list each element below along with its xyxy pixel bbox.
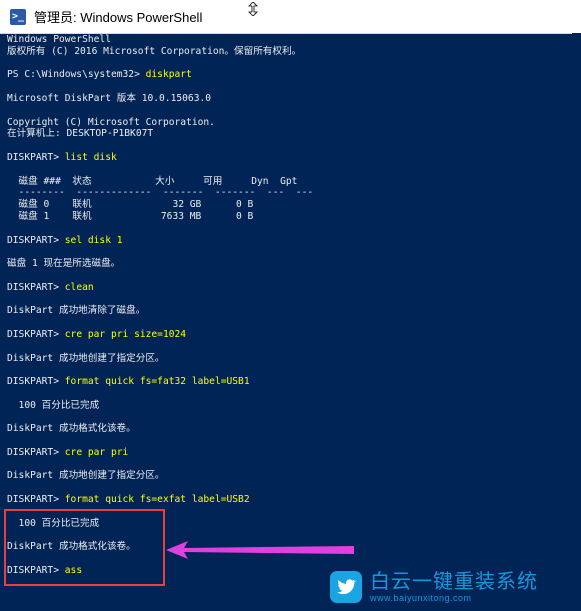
console-line: DISKPART> format quick fs=fat32 label=US… (7, 376, 572, 388)
console-command: list disk (64, 151, 117, 163)
console-command: diskpart (145, 69, 192, 81)
console-prompt: DISKPART> (7, 151, 65, 163)
console-prompt: DISKPART> (7, 281, 65, 293)
console-line: DISKPART> format quick fs=exfat label=US… (7, 494, 572, 506)
resize-cursor-icon (248, 2, 258, 16)
bird-logo-icon (330, 571, 362, 603)
console-command: clean (64, 281, 94, 293)
title-bar[interactable]: >_ 管理员: Windows PowerShell (0, 0, 581, 34)
console-text: Microsoft DiskPart 版本 10.0.15063.0 (7, 92, 212, 104)
console-prompt: DISKPART> (7, 376, 65, 388)
console-line: DISKPART> list disk (7, 152, 572, 164)
powershell-icon: >_ (10, 8, 26, 25)
highlight-box (4, 509, 165, 586)
console-line: DiskPart 成功格式化该卷。 (7, 423, 572, 435)
console-line: 磁盘 1 联机 7633 MB 0 B (7, 211, 572, 223)
arrow-pointer-icon (166, 541, 354, 559)
console-line: DiskPart 成功地创建了指定分区。 (7, 470, 572, 482)
powershell-window: >_ 管理员: Windows PowerShell Windows Power… (0, 0, 581, 611)
console-text: Copyright (C) Microsoft Corporation. (7, 116, 215, 128)
console-command: cre par pri (64, 446, 129, 458)
console-prompt: DISKPART> (7, 494, 65, 506)
console-prompt: PS C:\Windows\system32> (7, 69, 146, 81)
console-line: 在计算机上: DESKTOP-P1BK07T (7, 128, 572, 140)
console-prompt: DISKPART> (7, 234, 65, 246)
console-line: Copyright (C) Microsoft Corporation. (7, 117, 572, 129)
console-scrollbar[interactable] (572, 33, 581, 611)
console-line: DISKPART> cre par pri size=1024 (7, 329, 572, 341)
console-command: format quick fs=fat32 label=USB1 (64, 376, 250, 388)
console-prompt: DISKPART> (7, 328, 65, 340)
console-line: DISKPART> clean (7, 282, 572, 294)
console-line: DiskPart 成功地清除了磁盘。 (7, 305, 572, 317)
window-title: 管理员: Windows PowerShell (34, 10, 203, 25)
console-line: DISKPART> cre par pri (7, 447, 572, 459)
console-line: PS C:\Windows\system32> diskpart (7, 69, 572, 81)
console-text: DiskPart 成功地创建了指定分区。 (7, 470, 165, 482)
console-line: 磁盘 1 现在是所选磁盘。 (7, 258, 572, 270)
console-command: cre par pri size=1024 (64, 328, 187, 340)
console-text: 磁盘 0 联机 32 GB 0 B (7, 199, 254, 211)
watermark-name: 白云一键重装系统 (370, 570, 538, 593)
console-line: DISKPART> sel disk 1 (7, 235, 572, 247)
watermark: 白云一键重装系统 www.baiyunxitong.com (330, 565, 575, 609)
console-line: 版权所有 (C) 2016 Microsoft Corporation。保留所有… (7, 46, 572, 58)
console-line: 100 百分比已完成 (7, 400, 572, 412)
console-text: 在计算机上: DESKTOP-P1BK07T (7, 128, 154, 140)
console-text: Windows PowerShell (7, 34, 111, 45)
console-text: 磁盘 1 现在是所选磁盘。 (7, 258, 121, 270)
watermark-url: www.baiyunxitong.com (370, 592, 472, 603)
console-line: 磁盘 ### 状态 大小 可用 Dyn Gpt (7, 176, 572, 188)
console-command: sel disk 1 (64, 234, 123, 246)
console-text: -------- ------------- ------- ------- -… (7, 187, 314, 199)
console-line: Microsoft DiskPart 版本 10.0.15063.0 (7, 93, 572, 105)
console-text: 磁盘 1 联机 7633 MB 0 B (7, 210, 254, 222)
console-command: format quick fs=exfat label=USB2 (64, 494, 250, 506)
console-text: DiskPart 成功地创建了指定分区。 (7, 352, 165, 364)
console-line: Windows PowerShell (7, 34, 572, 46)
console-text: 100 百分比已完成 (7, 399, 100, 411)
console-text: DiskPart 成功格式化该卷。 (7, 423, 136, 435)
console-text: DiskPart 成功地清除了磁盘。 (7, 305, 146, 317)
console-text: 版权所有 (C) 2016 Microsoft Corporation。保留所有… (7, 45, 302, 57)
console-line: 磁盘 0 联机 32 GB 0 B (7, 199, 572, 211)
console-prompt: DISKPART> (7, 446, 65, 458)
console-text: 磁盘 ### 状态 大小 可用 Dyn Gpt (7, 175, 298, 187)
console-line: DiskPart 成功地创建了指定分区。 (7, 353, 572, 365)
console-line: -------- ------------- ------- ------- -… (7, 187, 572, 199)
